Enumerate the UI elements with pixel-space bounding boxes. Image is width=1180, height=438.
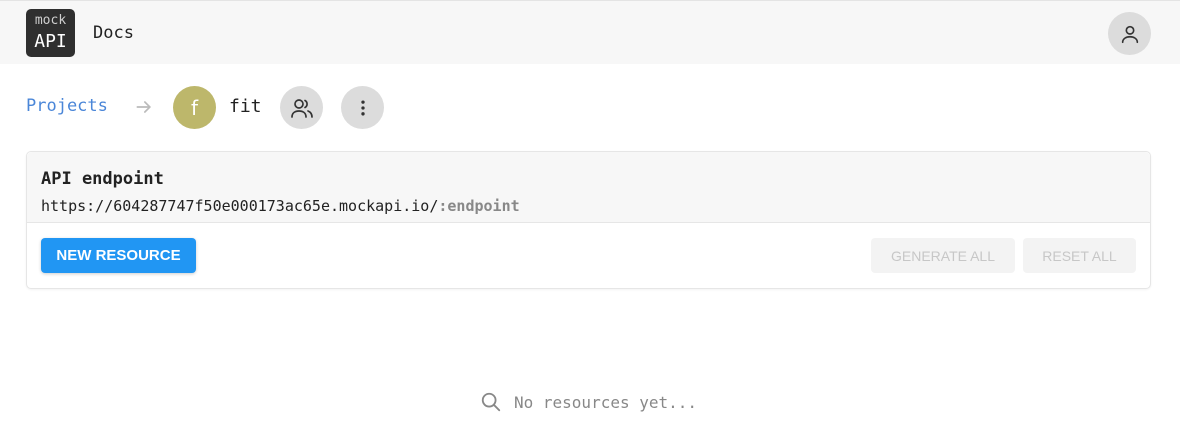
members-button[interactable] (280, 86, 323, 129)
endpoint-url[interactable]: https://604287747f50e000173ac65e.mockapi… (41, 197, 520, 215)
top-bar: mock API Docs (0, 0, 1180, 64)
card-header: API endpoint https://604287747f50e000173… (27, 152, 1150, 223)
card-title: API endpoint (41, 169, 164, 189)
search-icon (481, 392, 501, 412)
logo-top-text: mock (34, 13, 67, 28)
endpoint-url-base: https://604287747f50e000173ac65e.mockapi… (41, 197, 439, 215)
project-avatar[interactable]: f (173, 86, 216, 129)
project-name: fit (229, 96, 262, 117)
generate-all-button[interactable]: GENERATE ALL (871, 238, 1015, 273)
endpoint-url-suffix: :endpoint (438, 197, 520, 215)
breadcrumb-projects-link[interactable]: Projects (26, 96, 108, 116)
api-endpoint-card: API endpoint https://604287747f50e000173… (26, 151, 1151, 289)
reset-all-button[interactable]: RESET ALL (1023, 238, 1136, 273)
empty-state-text: No resources yet... (514, 392, 698, 412)
more-vertical-icon (360, 100, 365, 115)
logo-bottom-text: API (34, 31, 67, 52)
empty-state: No resources yet... (480, 390, 697, 414)
arrow-right-icon (136, 101, 151, 113)
users-icon (290, 98, 313, 118)
user-menu-button[interactable] (1108, 12, 1151, 55)
docs-link[interactable]: Docs (93, 23, 134, 43)
more-options-button[interactable] (341, 86, 384, 129)
mockapi-logo[interactable]: mock API (26, 9, 75, 57)
user-icon (1121, 25, 1138, 43)
new-resource-button[interactable]: NEW RESOURCE (41, 238, 196, 273)
